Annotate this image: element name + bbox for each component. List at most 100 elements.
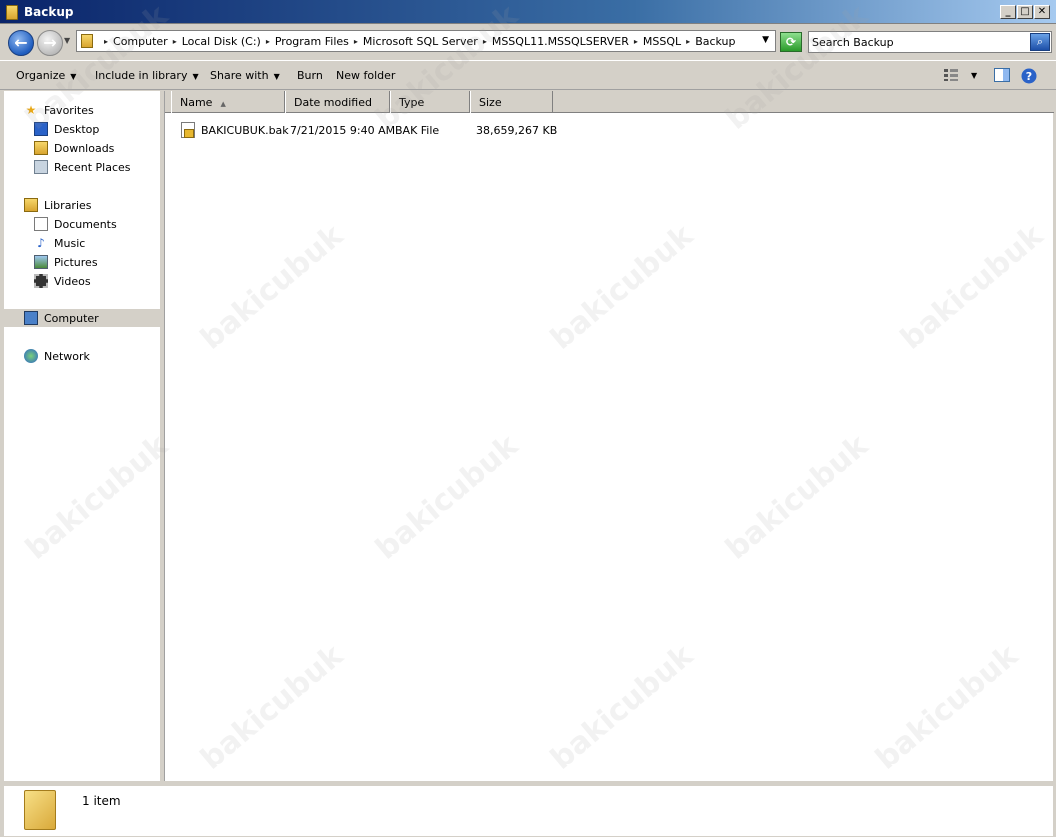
back-button[interactable]: ← xyxy=(8,30,34,56)
crumb-sql-server[interactable]: Microsoft SQL Server xyxy=(363,35,478,48)
item-count: 1 item xyxy=(82,794,121,808)
column-date-modified[interactable]: Date modified xyxy=(285,91,390,113)
star-icon: ★ xyxy=(25,103,37,117)
network-icon xyxy=(24,349,38,363)
search-icon[interactable]: ⌕ xyxy=(1030,33,1050,51)
close-button[interactable]: ✕ xyxy=(1034,5,1050,19)
burn-button[interactable]: Burn xyxy=(297,69,323,82)
refresh-button[interactable]: ⟳ xyxy=(780,32,802,52)
column-name[interactable]: Name ▲ xyxy=(171,91,285,113)
folder-icon xyxy=(6,5,18,20)
nav-label: Desktop xyxy=(54,122,100,136)
file-name[interactable]: BAKICUBUK.bak xyxy=(201,124,289,137)
file-list: Name ▲ Date modified Type Size BAKICUBUK.… xyxy=(164,91,1054,781)
navigation-pane: ★ Favorites Desktop Downloads Recent Pla… xyxy=(4,91,162,781)
crumb-mssql11[interactable]: MSSQL11.MSSQLSERVER xyxy=(492,35,629,48)
address-row: ← → ▼ ▸ Computer ▸ Local Disk (C:) ▸ Pro… xyxy=(0,24,1056,58)
documents-icon xyxy=(34,217,48,231)
chevron-right-icon[interactable]: ▸ xyxy=(261,35,275,48)
new-folder-button[interactable]: New folder xyxy=(336,69,395,82)
crumb-program-files[interactable]: Program Files xyxy=(275,35,349,48)
include-label: Include in library xyxy=(95,69,188,82)
command-bar: Organize ▼ Include in library ▼ Share with… xyxy=(0,60,1056,90)
nav-label: Computer xyxy=(44,311,99,325)
nav-label: Documents xyxy=(54,217,117,231)
file-date: 7/21/2015 9:40 AM xyxy=(290,124,396,137)
nav-label: Music xyxy=(54,236,86,250)
nav-label: Videos xyxy=(54,274,91,288)
libraries-icon xyxy=(24,198,38,212)
nav-label: Network xyxy=(44,349,90,363)
column-type[interactable]: Type xyxy=(390,91,470,113)
chevron-right-icon[interactable]: ▸ xyxy=(681,35,695,48)
minimize-button[interactable]: _ xyxy=(1000,5,1016,19)
nav-label: Libraries xyxy=(44,198,92,212)
music-icon: ♪ xyxy=(37,236,45,250)
include-in-library-button[interactable]: Include in library ▼ xyxy=(95,69,199,82)
nav-label: Favorites xyxy=(44,103,94,117)
preview-pane-icon[interactable] xyxy=(994,68,1010,85)
file-size: 38,659,267 KB xyxy=(476,124,558,137)
nav-documents[interactable]: Documents xyxy=(34,215,117,233)
nav-videos[interactable]: Videos xyxy=(34,272,91,290)
chevron-down-icon[interactable]: ▼ xyxy=(971,71,977,80)
nav-label: Recent Places xyxy=(54,160,131,174)
title-bar: Backup _ □ ✕ xyxy=(0,0,1056,24)
nav-label: Pictures xyxy=(54,255,98,269)
nav-pictures[interactable]: Pictures xyxy=(34,253,98,271)
nav-desktop[interactable]: Desktop xyxy=(34,120,99,138)
file-type: BAK File xyxy=(395,124,440,137)
breadcrumb: ▸ Computer ▸ Local Disk (C:) ▸ Program F… xyxy=(99,35,736,48)
svg-text:?: ? xyxy=(1026,70,1032,83)
search-input[interactable] xyxy=(812,34,1027,50)
details-pane: 1 item xyxy=(4,784,1053,836)
nav-computer[interactable]: Computer xyxy=(4,309,160,327)
share-with-button[interactable]: Share with ▼ xyxy=(210,69,280,82)
help-icon[interactable]: ? xyxy=(1021,68,1037,87)
computer-icon xyxy=(24,311,38,325)
column-size[interactable]: Size xyxy=(470,91,553,113)
desktop-icon xyxy=(34,122,48,136)
chevron-right-icon[interactable]: ▸ xyxy=(99,35,113,48)
organize-button[interactable]: Organize ▼ xyxy=(16,69,76,82)
chevron-down-icon: ▼ xyxy=(192,72,199,81)
nav-libraries[interactable]: Libraries xyxy=(24,196,92,214)
nav-network[interactable]: Network xyxy=(24,347,90,365)
chevron-down-icon: ▼ xyxy=(70,72,77,81)
search-box: ⌕ xyxy=(808,31,1052,53)
crumb-backup[interactable]: Backup xyxy=(695,35,735,48)
backup-file-icon xyxy=(181,122,195,138)
crumb-mssql[interactable]: MSSQL xyxy=(643,35,681,48)
folder-icon xyxy=(81,34,93,48)
maximize-button[interactable]: □ xyxy=(1017,5,1033,19)
nav-label: Downloads xyxy=(54,141,115,155)
sort-arrow-icon: ▲ xyxy=(220,100,226,108)
address-bar[interactable]: ▸ Computer ▸ Local Disk (C:) ▸ Program F… xyxy=(76,30,776,52)
chevron-right-icon[interactable]: ▸ xyxy=(629,35,643,48)
downloads-icon xyxy=(34,141,48,155)
organize-label: Organize xyxy=(16,69,66,82)
nav-favorites[interactable]: ★ Favorites xyxy=(24,101,94,119)
nav-recent-places[interactable]: Recent Places xyxy=(34,158,131,176)
crumb-local-disk[interactable]: Local Disk (C:) xyxy=(182,35,261,48)
chevron-down-icon[interactable]: ▼ xyxy=(762,35,769,45)
forward-button[interactable]: → xyxy=(37,30,63,56)
table-row[interactable]: BAKICUBUK.bak 7/21/2015 9:40 AM BAK File… xyxy=(165,121,565,139)
nav-downloads[interactable]: Downloads xyxy=(34,139,114,157)
crumb-computer[interactable]: Computer xyxy=(113,35,168,48)
nav-music[interactable]: ♪ Music xyxy=(34,234,85,252)
chevron-right-icon[interactable]: ▸ xyxy=(349,35,363,48)
videos-icon xyxy=(34,274,48,288)
recent-places-icon xyxy=(34,160,48,174)
chevron-down-icon: ▼ xyxy=(273,72,280,81)
chevron-right-icon[interactable]: ▸ xyxy=(478,35,492,48)
view-options-icon[interactable] xyxy=(943,68,959,85)
window-title: Backup xyxy=(24,5,74,19)
folder-icon xyxy=(24,790,56,830)
history-dropdown-icon[interactable]: ▼ xyxy=(64,36,70,45)
chevron-right-icon[interactable]: ▸ xyxy=(168,35,182,48)
column-name-label: Name xyxy=(180,96,213,109)
share-label: Share with xyxy=(210,69,269,82)
pictures-icon xyxy=(34,255,48,269)
column-header-row: Name ▲ Date modified Type Size xyxy=(165,91,1054,113)
